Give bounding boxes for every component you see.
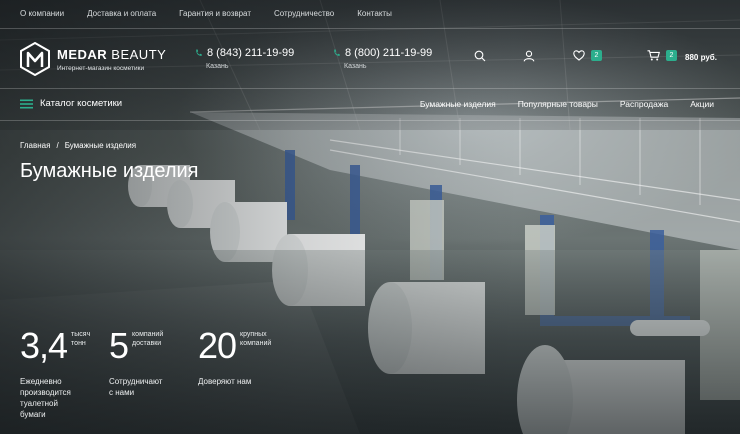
stat-description: Сотрудничают с нами <box>109 377 163 397</box>
cart-button[interactable]: 2 <box>647 50 677 61</box>
toplink-delivery[interactable]: Доставка и оплата <box>87 9 156 21</box>
page-title: Бумажные изделия <box>20 160 199 182</box>
breadcrumb: Главная / Бумажные изделия <box>20 141 136 150</box>
toplink-about[interactable]: О компании <box>20 9 64 21</box>
phone-icon <box>196 49 202 56</box>
phone-icon <box>334 49 340 56</box>
logo[interactable]: MEDAR BEAUTY Интернет-магазин косметики <box>20 42 166 76</box>
breadcrumb-current: Бумажные изделия <box>64 141 137 150</box>
user-icon[interactable] <box>523 50 535 62</box>
stat-unit: компаний доставки <box>132 331 164 347</box>
phone-block-1: 8 (843) 211-19-99 Казань <box>195 47 294 70</box>
nav-paper-products[interactable]: Бумажные изделия <box>420 99 496 109</box>
cart-icon <box>647 50 660 61</box>
header-divider <box>0 88 740 89</box>
wishlist-button[interactable]: 2 <box>573 50 602 61</box>
cart-count-badge: 2 <box>666 50 677 61</box>
cart-total: 880 руб. <box>685 53 717 62</box>
stat-value: 5 <box>109 325 129 366</box>
stat-tons: 3,4 тысяч тонн Ежедневно производится туал… <box>20 328 90 420</box>
logo-name: MEDAR BEAUTY <box>57 46 167 62</box>
wishlist-count-badge: 2 <box>591 50 602 61</box>
phone-city-2: Казань <box>344 63 367 70</box>
stat-value: 20 <box>198 325 237 366</box>
stat-description: Ежедневно производится туалетной бумаги <box>20 377 71 419</box>
toplink-contacts[interactable]: Контакты <box>357 9 392 21</box>
nav-sale[interactable]: Распродажа <box>620 99 668 109</box>
top-divider <box>0 28 740 29</box>
top-links-bar: О компании Доставка и оплата Гарантия и … <box>20 9 415 21</box>
logo-mark-icon <box>20 42 50 76</box>
stat-value: 3,4 <box>20 325 68 366</box>
stat-major-companies: 20 крупных компаний Доверяют нам <box>198 328 271 387</box>
phone-number-1[interactable]: 8 (843) 211-19-99 <box>195 47 294 59</box>
stat-delivery-companies: 5 компаний доставки Сотрудничают с нами <box>109 328 163 398</box>
phone-block-2: 8 (800) 211-19-99 Казань <box>333 47 432 70</box>
toplink-cooperation[interactable]: Сотрудничество <box>274 9 334 21</box>
toplink-warranty[interactable]: Гарантия и возврат <box>179 9 251 21</box>
stat-unit: тысяч тонн <box>71 331 91 347</box>
catalog-label: Каталог косметики <box>40 98 123 109</box>
phone-number-2[interactable]: 8 (800) 211-19-99 <box>333 47 432 59</box>
nav-promotions[interactable]: Акции <box>690 99 714 109</box>
main-nav: Бумажные изделия Популярные товары Распр… <box>398 99 714 109</box>
catalog-menu-button[interactable]: Каталог косметики <box>20 98 122 109</box>
breadcrumb-home[interactable]: Главная <box>20 141 50 150</box>
phone-city-1: Казань <box>206 63 229 70</box>
nav-divider <box>0 120 740 121</box>
hamburger-icon <box>20 99 33 108</box>
stat-description: Доверяют нам <box>198 377 252 386</box>
heart-icon <box>573 50 585 61</box>
stat-unit: крупных компаний <box>240 331 272 347</box>
breadcrumb-separator: / <box>56 141 59 150</box>
nav-popular[interactable]: Популярные товары <box>518 99 598 109</box>
logo-tagline: Интернет-магазин косметики <box>57 64 145 72</box>
search-icon[interactable] <box>474 50 486 62</box>
